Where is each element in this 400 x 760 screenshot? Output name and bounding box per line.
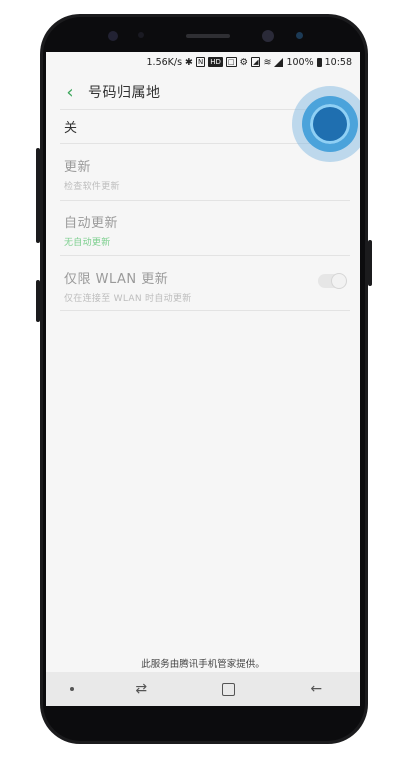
iris-sensor	[296, 32, 303, 39]
divider	[60, 255, 350, 256]
hd-badge: HD	[208, 57, 223, 67]
dot-icon[interactable]	[69, 687, 74, 691]
power-button	[368, 240, 372, 286]
setting-update[interactable]: 更新 检查软件更新	[64, 156, 344, 192]
clock: 10:58	[324, 56, 352, 68]
earpiece	[186, 34, 230, 38]
home-icon	[222, 682, 236, 696]
proximity-sensor	[108, 31, 118, 41]
recents-icon[interactable]: ⇄	[121, 681, 161, 697]
divider	[60, 310, 350, 311]
bluetooth-icon: ✱	[185, 56, 194, 68]
setting-subtitle: 仅在连接至 WLAN 时自动更新	[64, 294, 192, 304]
status-bar: 1.56K/s ✱ N HD □ ⚙ ◢ ≋ 100% 10:58	[46, 52, 360, 72]
home-button[interactable]	[209, 682, 249, 696]
setting-title: 仅限 WLAN 更新	[64, 272, 169, 287]
setting-auto-update[interactable]: 自动更新 无自动更新	[64, 212, 344, 248]
back-arrow-icon[interactable]: ←	[296, 681, 336, 697]
screen: 1.56K/s ✱ N HD □ ⚙ ◢ ≋ 100% 10:58 ‹ 号码归属…	[46, 52, 360, 706]
footer-credit: 此服务由腾讯手机管家提供。	[141, 659, 265, 670]
chevron-left-icon: ‹	[66, 81, 74, 103]
setting-title: 更新	[64, 160, 92, 175]
light-sensor	[138, 32, 144, 38]
setting-subtitle: 检查软件更新	[64, 182, 120, 192]
signal-box-icon: ◢	[251, 57, 261, 67]
wifi-icon: ≋	[263, 56, 272, 68]
switch-knob	[331, 273, 347, 289]
wlan-only-switch[interactable]	[318, 273, 347, 289]
settings-icon: ⚙	[239, 56, 249, 68]
network-speed: 1.56K/s	[146, 56, 183, 68]
divider	[60, 200, 350, 201]
setting-title: 自动更新	[64, 216, 119, 231]
navigation-bar: ⇄ ←	[46, 672, 360, 706]
master-toggle-switch[interactable]	[310, 104, 350, 144]
notification-icon: □	[225, 57, 237, 67]
nfc-icon: N	[196, 57, 206, 67]
setting-wlan-only[interactable]: 仅限 WLAN 更新 仅在连接至 WLAN 时自动更新	[64, 268, 344, 304]
back-button[interactable]: ‹	[56, 78, 84, 106]
page-title: 号码归属地	[88, 85, 161, 101]
battery-icon	[316, 57, 322, 67]
setting-subtitle: 无自动更新	[64, 238, 111, 248]
front-camera	[262, 30, 274, 42]
toggle-state-label: 关	[64, 120, 78, 136]
battery-percent: 100%	[286, 56, 314, 68]
cell-signal-icon	[274, 57, 284, 67]
